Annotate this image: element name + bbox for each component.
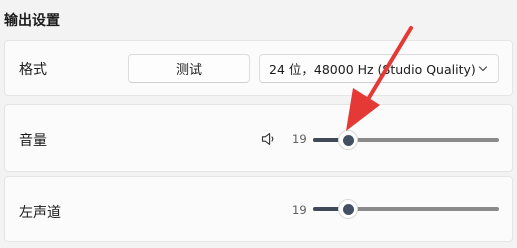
annotation-arrow bbox=[346, 26, 413, 131]
